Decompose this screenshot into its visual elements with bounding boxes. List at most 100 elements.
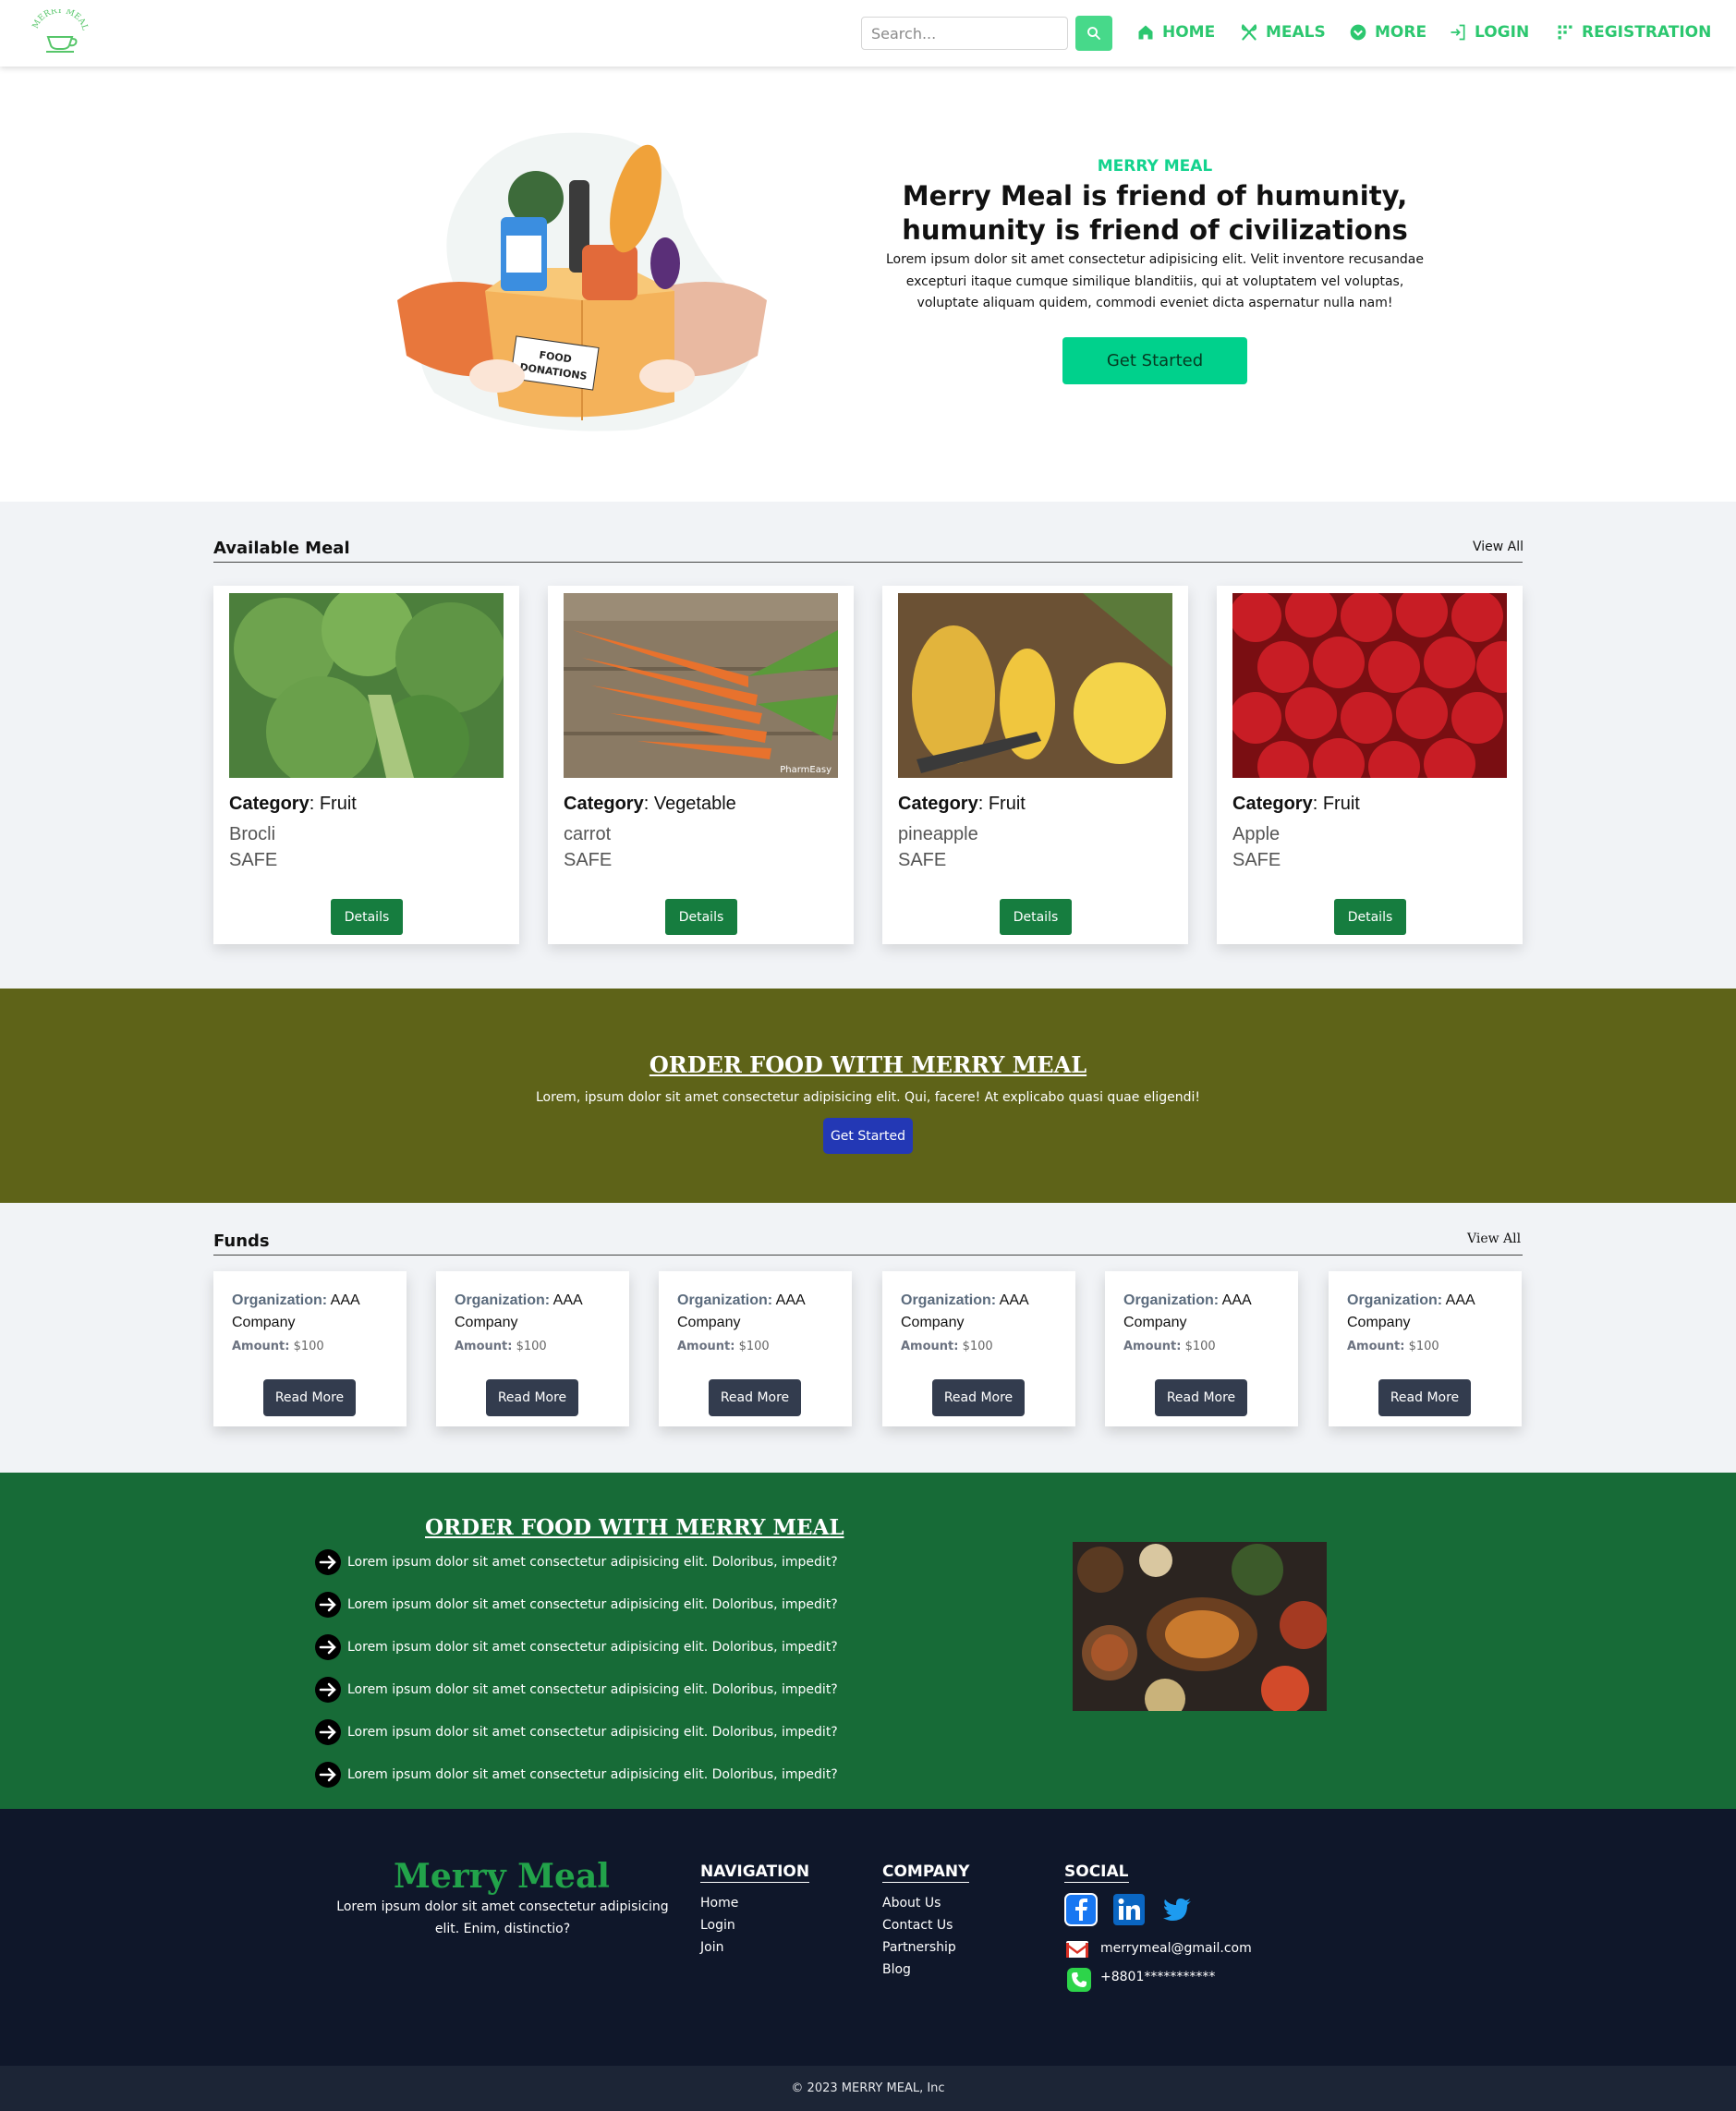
fund-amount: Amount: $100	[1347, 1340, 1439, 1353]
feature-item: Lorem ipsum dolor sit amet consectetur a…	[314, 1676, 838, 1704]
footer-brand-text: Lorem ipsum dolor sit amet consectetur a…	[336, 1899, 669, 1936]
fund-organization: Organization: AAA Company	[1123, 1292, 1251, 1330]
utensils-icon	[1241, 24, 1257, 41]
read-more-button[interactable]: Read More	[1378, 1379, 1471, 1416]
food-donation-illustration: FOOD DONATIONS	[397, 132, 767, 431]
funds-view-all-link[interactable]: View All	[1467, 1231, 1521, 1246]
site-footer	[0, 1809, 1736, 2066]
feature-item: Lorem ipsum dolor sit amet consectetur a…	[314, 1761, 838, 1789]
meal-details-button[interactable]: Details	[665, 899, 737, 935]
nav-more-link[interactable]: MORE	[1349, 18, 1426, 46]
read-more-button[interactable]: Read More	[1155, 1379, 1247, 1416]
read-more-button[interactable]: Read More	[263, 1379, 356, 1416]
order-banner-text: Lorem, ipsum dolor sit amet consectetur …	[536, 1090, 1200, 1105]
fund-amount: Amount: $100	[232, 1340, 324, 1353]
footer-company-heading: COMPANY	[882, 1862, 970, 1883]
hero-get-started-button[interactable]: Get Started	[1062, 337, 1247, 384]
feature-text: Lorem ipsum dolor sit amet consectetur a…	[347, 1597, 838, 1612]
nav-login-link[interactable]: LOGIN	[1449, 18, 1529, 46]
meal-image-broccoli	[229, 593, 504, 778]
meal-image-pineapple	[898, 593, 1172, 778]
twitter-icon[interactable]	[1160, 1893, 1194, 1926]
meal-status: SAFE	[898, 850, 947, 870]
nav-meals-link[interactable]: MEALS	[1240, 18, 1326, 46]
meal-card: Category: Fruit Apple SAFE Details	[1217, 586, 1523, 944]
read-more-button[interactable]: Read More	[486, 1379, 578, 1416]
meal-details-button[interactable]: Details	[1000, 899, 1072, 935]
read-more-button[interactable]: Read More	[932, 1379, 1025, 1416]
footer-email[interactable]: merrymeal@gmail.com	[1100, 1941, 1252, 1956]
arrow-right-circle-icon	[315, 1677, 341, 1703]
meal-category: Category: Fruit	[229, 794, 357, 814]
fund-card: Organization: AAA Company Amount: $100 R…	[1329, 1271, 1522, 1426]
footer-link-join[interactable]: Join	[700, 1940, 723, 1955]
search-input[interactable]	[861, 17, 1068, 50]
search-icon	[1087, 27, 1100, 40]
nav-home-link[interactable]: HOME	[1136, 18, 1215, 46]
footer-navigation-heading: NAVIGATION	[700, 1862, 810, 1883]
search-button[interactable]	[1075, 16, 1112, 51]
footer-link-about-us[interactable]: About Us	[882, 1896, 941, 1911]
copyright-text: © 2023 MERRY MEAL, Inc	[791, 2081, 945, 2095]
meal-status: SAFE	[229, 850, 278, 870]
feature-item: Lorem ipsum dolor sit amet consectetur a…	[314, 1718, 838, 1746]
feature-text: Lorem ipsum dolor sit amet consectetur a…	[347, 1555, 838, 1570]
feature-text: Lorem ipsum dolor sit amet consectetur a…	[347, 1682, 838, 1697]
feature-item: Lorem ipsum dolor sit amet consectetur a…	[314, 1591, 838, 1619]
meal-category: Category: Vegetable	[564, 794, 736, 814]
arrow-right-circle-icon	[315, 1634, 341, 1660]
footer-link-contact-us[interactable]: Contact Us	[882, 1918, 953, 1933]
food-spread-photo	[1073, 1542, 1327, 1711]
meal-card: Category: Fruit pineapple SAFE Details	[882, 586, 1188, 944]
nav-registration-link[interactable]: REGISTRATION	[1556, 18, 1711, 46]
home-icon	[1138, 25, 1153, 40]
grid-icon	[1558, 25, 1572, 40]
funds-title: Funds	[213, 1231, 270, 1251]
read-more-button[interactable]: Read More	[709, 1379, 801, 1416]
fund-organization: Organization: AAA Company	[677, 1292, 805, 1330]
fund-card: Organization: AAA Company Amount: $100 R…	[1105, 1271, 1298, 1426]
fund-amount: Amount: $100	[677, 1340, 770, 1353]
order-get-started-button[interactable]: Get Started	[823, 1118, 913, 1154]
login-icon	[1451, 24, 1465, 41]
image-watermark: PharmEasy	[780, 765, 832, 775]
feature-item: Lorem ipsum dolor sit amet consectetur a…	[314, 1548, 838, 1576]
feature-text: Lorem ipsum dolor sit amet consectetur a…	[347, 1640, 838, 1655]
arrow-right-circle-icon	[315, 1762, 341, 1788]
meal-details-button[interactable]: Details	[1334, 899, 1406, 935]
footer-link-blog[interactable]: Blog	[882, 1962, 911, 1977]
fund-organization: Organization: AAA Company	[901, 1292, 1028, 1330]
meal-card: Category: Fruit Brocli SAFE Details	[213, 586, 519, 944]
meals-view-all-link[interactable]: View All	[1473, 540, 1524, 554]
features-section	[0, 1473, 1736, 1809]
footer-phone[interactable]: +8801***********	[1100, 1970, 1215, 1984]
feature-text: Lorem ipsum dolor sit amet consectetur a…	[347, 1767, 838, 1782]
svg-text:MERRY MEAL: MERRY MEAL	[31, 9, 90, 31]
fund-card: Organization: AAA Company Amount: $100 R…	[882, 1271, 1075, 1426]
facebook-icon[interactable]	[1064, 1893, 1098, 1926]
meal-card: PharmEasy Category: Vegetable carrot SAF…	[548, 586, 854, 944]
arrow-right-circle-icon	[315, 1719, 341, 1745]
phone-icon	[1067, 1968, 1091, 1992]
merry-meal-logo[interactable]: MERRY MEAL	[28, 9, 92, 55]
footer-link-home[interactable]: Home	[700, 1896, 738, 1911]
footer-brand: Merry Meal	[394, 1857, 610, 1896]
footer-link-login[interactable]: Login	[700, 1918, 735, 1933]
footer-link-partnership[interactable]: Partnership	[882, 1940, 956, 1955]
feature-item: Lorem ipsum dolor sit amet consectetur a…	[314, 1633, 838, 1661]
meal-image-apples	[1232, 593, 1507, 778]
hero-description: Lorem ipsum dolor sit amet consectetur a…	[886, 252, 1424, 310]
available-meal-title: Available Meal	[213, 539, 350, 558]
meal-name: Apple	[1232, 824, 1281, 844]
fund-card: Organization: AAA Company Amount: $100 R…	[213, 1271, 407, 1426]
fund-amount: Amount: $100	[901, 1340, 993, 1353]
meal-name: Brocli	[229, 824, 276, 844]
order-banner-title: ORDER FOOD WITH MERRY MEAL	[649, 1051, 1087, 1078]
linkedin-icon[interactable]	[1112, 1893, 1146, 1926]
fund-card: Organization: AAA Company Amount: $100 R…	[436, 1271, 629, 1426]
chevron-circle-icon	[1350, 24, 1366, 41]
meal-details-button[interactable]: Details	[331, 899, 403, 935]
fund-amount: Amount: $100	[1123, 1340, 1216, 1353]
nav-registration-label: REGISTRATION	[1582, 23, 1712, 42]
section-divider	[213, 562, 1523, 563]
